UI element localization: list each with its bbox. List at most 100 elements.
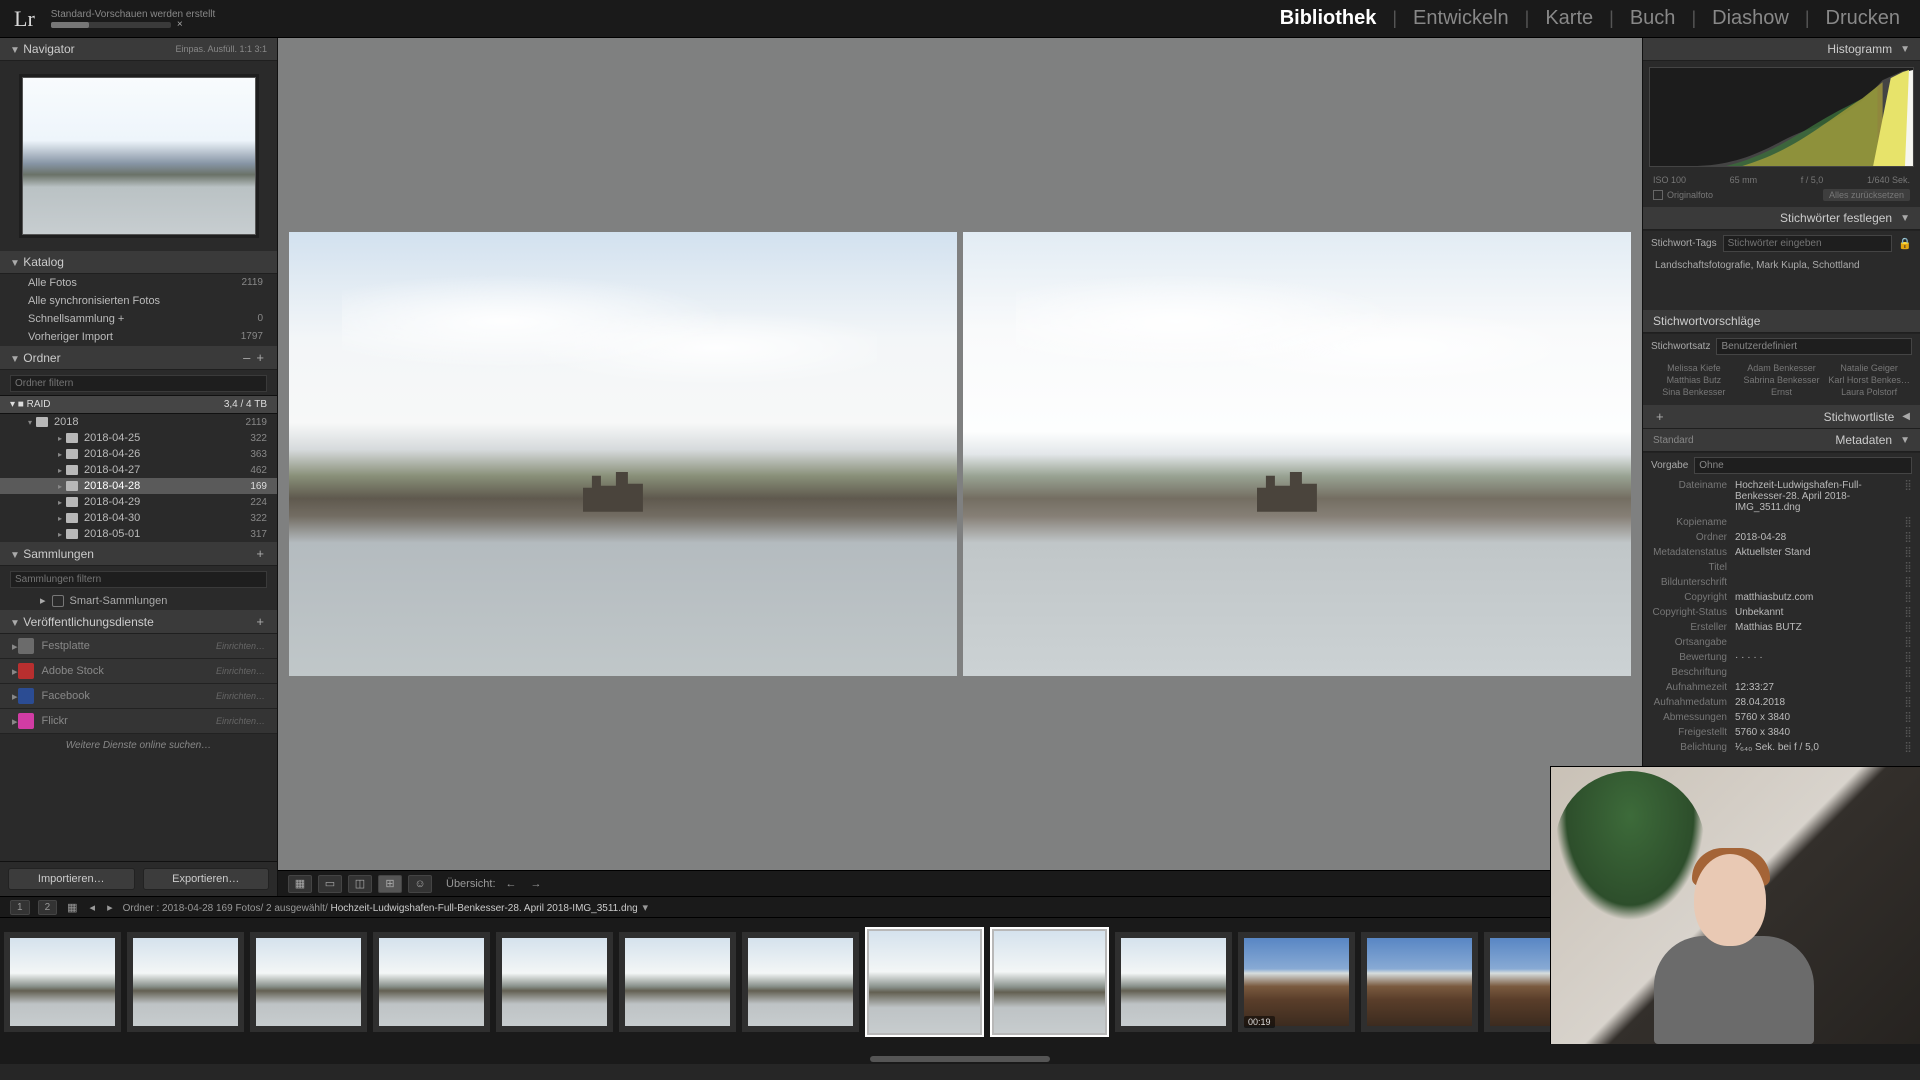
next-arrow-icon[interactable]: → bbox=[527, 878, 546, 890]
kw-tags-input[interactable] bbox=[1723, 235, 1893, 252]
kw-suggestion[interactable]: Matthias Butz bbox=[1653, 375, 1735, 385]
grid-view-button[interactable]: ▦ bbox=[288, 875, 312, 893]
kw-suggestion[interactable]: Natalie Geiger bbox=[1828, 363, 1910, 373]
preview-image-right[interactable] bbox=[963, 232, 1631, 676]
folders-minus-icon[interactable]: – bbox=[240, 350, 253, 365]
metadata-header[interactable]: Standard Metadaten▼ bbox=[1643, 429, 1920, 452]
film-thumb[interactable] bbox=[990, 927, 1109, 1037]
kw-suggestions-header[interactable]: Stichwortvorschläge bbox=[1643, 310, 1920, 333]
film-thumb[interactable] bbox=[865, 927, 984, 1037]
folder-date[interactable]: ▸2018-04-26363 bbox=[0, 446, 277, 462]
catalog-row[interactable]: Alle Fotos2119 bbox=[0, 274, 277, 292]
export-button[interactable]: Exportieren… bbox=[143, 868, 270, 890]
reset-all-button[interactable]: Alles zurücksetzen bbox=[1823, 189, 1910, 201]
metadata-row[interactable]: Freigestellt5760 x 3840⣿ bbox=[1643, 725, 1920, 740]
metadata-row[interactable]: Aufnahmezeit12:33:27⣿ bbox=[1643, 680, 1920, 695]
publish-service[interactable]: ▸FacebookEinrichten… bbox=[0, 684, 277, 709]
kw-suggestion[interactable]: Adam Benkesser bbox=[1741, 363, 1823, 373]
preview-image-left[interactable] bbox=[289, 232, 957, 676]
metadata-row[interactable]: MetadatenstatusAktuellster Stand⣿ bbox=[1643, 545, 1920, 560]
metadata-row[interactable]: Bewertung· · · · ·⣿ bbox=[1643, 650, 1920, 665]
folder-search-input[interactable] bbox=[10, 375, 267, 392]
metadata-row[interactable]: Copyrightmatthiasbutz.com⣿ bbox=[1643, 590, 1920, 605]
metadata-row[interactable]: Aufnahmedatum28.04.2018⣿ bbox=[1643, 695, 1920, 710]
histogram[interactable] bbox=[1649, 67, 1914, 167]
metadata-row[interactable]: Ortsangabe⣿ bbox=[1643, 635, 1920, 650]
more-services-link[interactable]: Weitere Dienste online suchen… bbox=[0, 734, 277, 757]
folder-date[interactable]: ▸2018-04-29224 bbox=[0, 494, 277, 510]
catalog-row[interactable]: Alle synchronisierten Fotos bbox=[0, 292, 277, 310]
collections-header[interactable]: ▼ Sammlungen + bbox=[0, 542, 277, 566]
kw-set-select[interactable] bbox=[1716, 338, 1912, 355]
kw-list-header[interactable]: + Stichwortliste◀ bbox=[1643, 405, 1920, 429]
folders-header[interactable]: ▼ Ordner –+ bbox=[0, 346, 277, 370]
people-view-button[interactable]: ☺ bbox=[408, 875, 432, 893]
publish-service[interactable]: ▸FlickrEinrichten… bbox=[0, 709, 277, 734]
loupe-view-button[interactable]: ▭ bbox=[318, 875, 342, 893]
collections-search-input[interactable] bbox=[10, 571, 267, 588]
smart-collections[interactable]: ▸Smart-Sammlungen bbox=[0, 591, 277, 610]
zoom-presets[interactable]: Einpas. Ausfüll. 1:1 3:1 bbox=[175, 44, 267, 54]
metadata-row[interactable]: Beschriftung⣿ bbox=[1643, 665, 1920, 680]
survey-view-button[interactable]: ⊞ bbox=[378, 875, 402, 893]
film-thumb[interactable] bbox=[1115, 932, 1232, 1032]
film-thumb[interactable] bbox=[619, 932, 736, 1032]
folder-date[interactable]: ▸2018-04-30322 bbox=[0, 510, 277, 526]
navigator-header[interactable]: ▼ Navigator Einpas. Ausfüll. 1:1 3:1 bbox=[0, 38, 277, 61]
metadata-row[interactable]: Copyright-StatusUnbekannt⣿ bbox=[1643, 605, 1920, 620]
kw-list-plus-icon[interactable]: + bbox=[1653, 409, 1667, 424]
monitor-1-button[interactable]: 1 bbox=[10, 900, 30, 915]
catalog-row[interactable]: Vorheriger Import1797 bbox=[0, 328, 277, 346]
folder-year[interactable]: ▾20182119 bbox=[0, 414, 277, 430]
kw-suggestion[interactable]: Sina Benkesser bbox=[1653, 387, 1735, 397]
film-thumb[interactable] bbox=[4, 932, 121, 1032]
forward-icon[interactable]: ▸ bbox=[105, 901, 115, 914]
module-diashow[interactable]: Diashow bbox=[1706, 5, 1795, 32]
prev-arrow-icon[interactable]: ← bbox=[502, 878, 521, 890]
catalog-header[interactable]: ▼ Katalog bbox=[0, 251, 277, 274]
compare-view-button[interactable]: ◫ bbox=[348, 875, 372, 893]
folder-date[interactable]: ▸2018-04-28169 bbox=[0, 478, 277, 494]
metadata-row[interactable]: Abmessungen5760 x 3840⣿ bbox=[1643, 710, 1920, 725]
kw-suggestion[interactable]: Karl Horst Benkesser bbox=[1828, 375, 1910, 385]
kw-applied[interactable]: Landschaftsfotografie, Mark Kupla, Schot… bbox=[1643, 256, 1920, 310]
metadata-row[interactable]: Belichtung¹⁄₆₄₀ Sek. bei f / 5,0⣿ bbox=[1643, 740, 1920, 755]
catalog-row[interactable]: Schnellsammlung +0 bbox=[0, 310, 277, 328]
kw-suggestion[interactable]: Laura Polstorf bbox=[1828, 387, 1910, 397]
kw-suggestion[interactable]: Sabrina Benkesser bbox=[1741, 375, 1823, 385]
kw-suggestion[interactable]: Ernst bbox=[1741, 387, 1823, 397]
folder-date[interactable]: ▸2018-05-01317 bbox=[0, 526, 277, 542]
module-bibliothek[interactable]: Bibliothek bbox=[1274, 5, 1383, 32]
module-drucken[interactable]: Drucken bbox=[1820, 5, 1906, 32]
publish-service[interactable]: ▸FestplatteEinrichten… bbox=[0, 634, 277, 659]
folder-date[interactable]: ▸2018-04-27462 bbox=[0, 462, 277, 478]
histogram-header[interactable]: Histogramm▼ bbox=[1643, 38, 1920, 61]
kw-suggestion[interactable]: Melissa Kiefe bbox=[1653, 363, 1735, 373]
original-photo-label[interactable]: Originalfoto bbox=[1667, 190, 1713, 200]
monitor-2-button[interactable]: 2 bbox=[38, 900, 58, 915]
film-thumb[interactable] bbox=[127, 932, 244, 1032]
lock-icon[interactable]: 🔒 bbox=[1898, 237, 1912, 250]
metadata-row[interactable]: ErstellerMatthias BUTZ⣿ bbox=[1643, 620, 1920, 635]
film-thumb[interactable] bbox=[1361, 932, 1478, 1032]
grid-icon[interactable]: ▦ bbox=[65, 901, 79, 914]
keywords-header[interactable]: Stichwörter festlegen▼ bbox=[1643, 207, 1920, 230]
metadata-row[interactable]: Titel⣿ bbox=[1643, 560, 1920, 575]
module-buch[interactable]: Buch bbox=[1624, 5, 1682, 32]
import-button[interactable]: Importieren… bbox=[8, 868, 135, 890]
folder-date[interactable]: ▸2018-04-25322 bbox=[0, 430, 277, 446]
folders-plus-icon[interactable]: + bbox=[253, 350, 267, 365]
module-karte[interactable]: Karte bbox=[1539, 5, 1599, 32]
meta-preset-select[interactable] bbox=[1694, 457, 1912, 474]
filmstrip-scrollbar[interactable] bbox=[870, 1056, 1050, 1062]
publish-header[interactable]: ▼ Veröffentlichungsdienste + bbox=[0, 610, 277, 634]
module-entwickeln[interactable]: Entwickeln bbox=[1407, 5, 1515, 32]
film-thumb[interactable] bbox=[373, 932, 490, 1032]
chevron-down-icon[interactable]: ▾ bbox=[640, 902, 650, 914]
film-thumb[interactable] bbox=[250, 932, 367, 1032]
publish-service[interactable]: ▸Adobe StockEinrichten… bbox=[0, 659, 277, 684]
close-icon[interactable]: × bbox=[177, 19, 183, 30]
metadata-row[interactable]: Ordner2018-04-28⣿ bbox=[1643, 530, 1920, 545]
film-thumb[interactable] bbox=[742, 932, 859, 1032]
publish-plus-icon[interactable]: + bbox=[253, 614, 267, 629]
